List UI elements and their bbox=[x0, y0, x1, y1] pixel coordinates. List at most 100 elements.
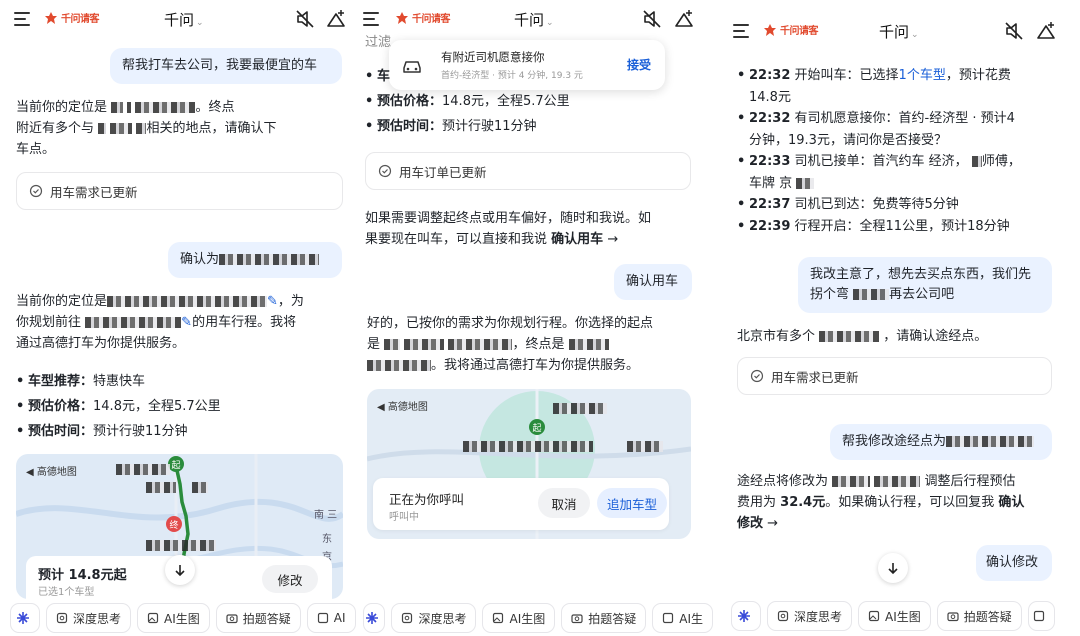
menu-icon[interactable] bbox=[14, 12, 32, 26]
assistant-message: 北京市有多个 ，请确认途经点。 bbox=[737, 329, 988, 344]
timeline-item: 22:39 行程开启：全程11公里，预计18分钟 bbox=[737, 216, 1057, 238]
brain-icon bbox=[402, 612, 413, 624]
ai-image-chip[interactable]: AI生图 bbox=[858, 601, 931, 631]
calling-label: 正在为你呼叫 bbox=[389, 492, 465, 507]
ai-image-chip[interactable]: AI生图 bbox=[482, 603, 556, 633]
assistant-chip[interactable] bbox=[363, 603, 386, 633]
status-card[interactable]: 用车需求已更新 bbox=[737, 357, 1052, 395]
refresh-check-icon bbox=[29, 184, 43, 198]
edit-icon bbox=[1033, 610, 1044, 622]
estimated-price: 预计 14.8元起 bbox=[38, 568, 127, 583]
status-card[interactable]: 用车订单已更新 bbox=[365, 152, 691, 190]
page-title[interactable]: 千问 ⌄ bbox=[514, 9, 554, 30]
chevron-down-icon: ⌄ bbox=[196, 18, 204, 28]
photo-answer-chip[interactable]: 拍题答疑 bbox=[215, 603, 301, 633]
user-message: 帮我修改途经点为 bbox=[830, 424, 1052, 460]
deep-think-chip[interactable]: 深度思考 bbox=[391, 603, 477, 633]
brain-icon bbox=[56, 612, 68, 624]
camera-icon bbox=[226, 614, 238, 624]
logo-icon bbox=[396, 11, 408, 24]
user-message: 确认修改 bbox=[976, 545, 1052, 581]
start-marker: 起 bbox=[529, 419, 545, 435]
assistant-chip[interactable] bbox=[10, 603, 40, 633]
user-message: 我改主意了，想先去买点东西，我们先 拐个弯 再去公司吧 bbox=[798, 257, 1052, 313]
quick-actions-bar: 深度思考 AI生图 拍题答疑 bbox=[723, 598, 1080, 634]
refresh-check-icon bbox=[378, 164, 392, 178]
logo-icon bbox=[764, 23, 776, 36]
quick-actions-bar: 深度思考 AI生图 拍题答疑 AI bbox=[0, 600, 357, 636]
new-chat-icon[interactable] bbox=[1035, 20, 1057, 42]
header: 千问请客 千问 ⌄ bbox=[0, 0, 357, 38]
new-chat-icon[interactable] bbox=[673, 8, 695, 30]
camera-icon bbox=[571, 614, 583, 624]
cancel-button[interactable]: 取消 bbox=[538, 488, 590, 518]
assistant-message: 当前你的定位是 。终点 附近有多个与 相关的地点，请确认下 车点。 bbox=[16, 100, 277, 157]
more-ai-chip[interactable]: AI bbox=[306, 603, 356, 633]
photo-answer-chip[interactable]: 拍题答疑 bbox=[561, 603, 647, 633]
timeline-item: 22:32 开始叫车：已选择1个车型，预计花费14.8元 bbox=[737, 65, 1057, 108]
mute-icon[interactable] bbox=[641, 8, 663, 30]
logo: 千问请客 bbox=[395, 10, 451, 25]
image-icon bbox=[868, 610, 880, 622]
timeline-item: 22:33 司机已接单：首汽约车 经济， 师傅，车牌 京 bbox=[737, 151, 1057, 194]
logo: 千问请客 bbox=[763, 22, 819, 37]
map-label: 南 三 bbox=[314, 510, 338, 521]
chat-panel-1: 千问请客 千问 ⌄ 帮我打车去公司，我要最便宜的车 当前你的定位是 。终点 附近有… bbox=[0, 0, 357, 636]
quick-actions-bar: 深度思考 AI生图 拍题答疑 AI生 bbox=[359, 600, 713, 636]
status-card-label: 用车订单已更新 bbox=[399, 164, 487, 180]
modify-button[interactable]: 修改 bbox=[262, 565, 318, 593]
deep-think-chip[interactable]: 深度思考 bbox=[767, 601, 853, 631]
timeline-item: 22:37 司机已到达：免费等待5分钟 bbox=[737, 194, 1057, 216]
map-brand: ◀ 高德地图 bbox=[377, 402, 428, 413]
more-ai-chip[interactable] bbox=[1027, 601, 1055, 631]
edit-icon bbox=[317, 612, 328, 624]
cut-text: 过滤 bbox=[365, 35, 392, 50]
timeline-item: 22:32 有司机愿意接你：首约-经济型 · 预计4分钟，19.3元，请问你是否… bbox=[737, 108, 1057, 151]
arrow-down-icon bbox=[888, 563, 898, 575]
status-card[interactable]: 用车需求已更新 bbox=[16, 172, 343, 210]
assistant-message: 如果需要调整起终点或用车偏好，随时和我说。如 果要现在叫车，可以直接和我说 确认… bbox=[365, 211, 652, 247]
scroll-down-button[interactable] bbox=[878, 553, 908, 583]
page-title[interactable]: 千问 ⌄ bbox=[879, 21, 919, 42]
menu-icon[interactable] bbox=[733, 24, 751, 38]
menu-icon[interactable] bbox=[363, 12, 381, 26]
sparkle-icon bbox=[16, 612, 29, 624]
mute-icon[interactable] bbox=[294, 8, 316, 30]
sparkle-icon bbox=[365, 612, 378, 624]
chevron-down-icon: ⌄ bbox=[546, 18, 554, 28]
assistant-message: 当前你的定位是 ✎，为 你规划前往 ✎的用车行程。我将 通过高德打车为你提供服务。 bbox=[16, 294, 304, 351]
refresh-check-icon bbox=[750, 369, 764, 383]
mute-icon[interactable] bbox=[1003, 20, 1025, 42]
map-brand: ◀ 高德地图 bbox=[26, 467, 77, 478]
list-item: 预估时间：预计行驶11分钟 bbox=[16, 419, 346, 444]
user-message: 帮我打车去公司，我要最便宜的车 bbox=[110, 48, 342, 84]
user-message: 确认为 bbox=[168, 242, 342, 278]
scroll-down-button[interactable] bbox=[165, 555, 195, 585]
chevron-down-icon: ⌄ bbox=[911, 30, 919, 40]
status-card-label: 用车需求已更新 bbox=[771, 369, 859, 385]
add-car-button[interactable]: 追加车型 bbox=[597, 488, 667, 518]
estimate-sub: 已选1个车型 bbox=[38, 587, 95, 598]
page-title[interactable]: 千问 ⌄ bbox=[164, 9, 204, 30]
status-card-label: 用车需求已更新 bbox=[50, 184, 138, 200]
arrow-down-icon bbox=[175, 565, 185, 577]
user-message: 确认用车 bbox=[614, 264, 692, 300]
new-chat-icon[interactable] bbox=[325, 8, 347, 30]
list-item: 预估时间：预计行驶11分钟 bbox=[365, 114, 695, 139]
trip-summary-list: 车 预估价格：14.8元，全程5.7公里 预估时间：预计行驶11分钟 bbox=[365, 64, 695, 139]
logo-icon bbox=[45, 11, 57, 24]
ai-image-chip[interactable]: AI生图 bbox=[137, 603, 210, 633]
edit-icon bbox=[663, 612, 674, 624]
more-ai-chip[interactable]: AI生 bbox=[652, 603, 713, 633]
assistant-chip[interactable] bbox=[731, 601, 761, 631]
deep-think-chip[interactable]: 深度思考 bbox=[46, 603, 132, 633]
brain-icon bbox=[777, 610, 789, 622]
header: 千问请客 千问 ⌄ bbox=[359, 0, 713, 38]
list-item: 预估价格：14.8元，全程5.7公里 bbox=[16, 394, 346, 419]
chat-panel-2: 千问请客 千问 ⌄ 过滤 有附近司机愿意接你 首约-经济型 · 预计 4 分钟, … bbox=[359, 0, 713, 636]
camera-icon bbox=[947, 612, 959, 622]
trip-summary-list: 车型推荐：特惠快车 预估价格：14.8元，全程5.7公里 预估时间：预计行驶11… bbox=[16, 369, 346, 444]
photo-answer-chip[interactable]: 拍题答疑 bbox=[936, 601, 1022, 631]
notification-title: 有附近司机愿意接你 bbox=[441, 50, 545, 64]
logo: 千问请客 bbox=[44, 10, 100, 25]
